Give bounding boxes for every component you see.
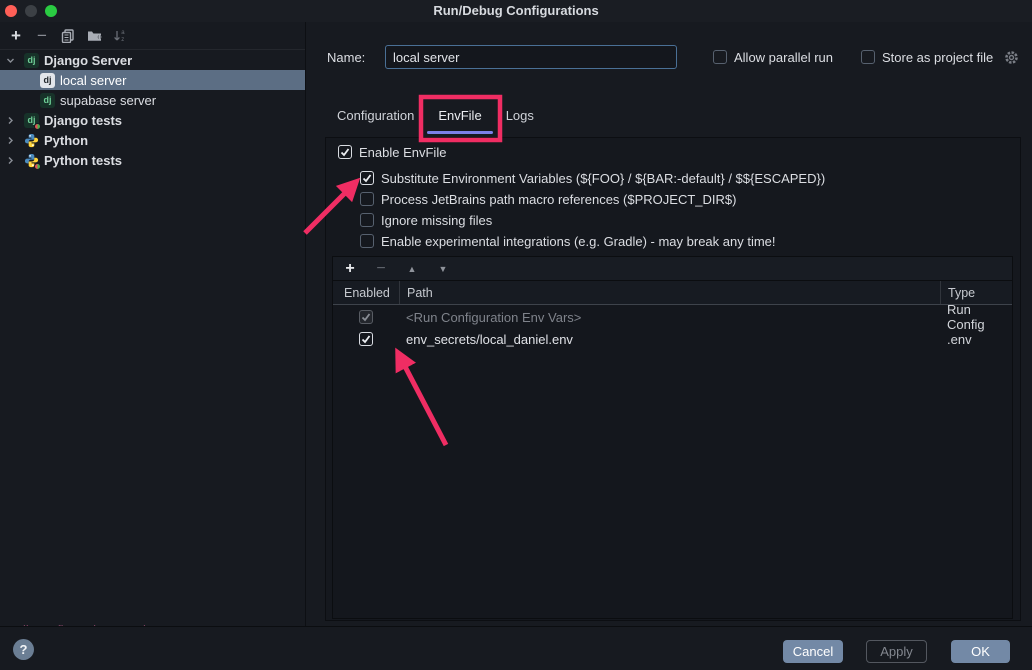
- process-path-macro-option[interactable]: Process JetBrains path macro references …: [360, 189, 736, 209]
- django-icon: dj: [40, 73, 55, 88]
- sort-configurations-icon[interactable]: a z: [112, 28, 128, 44]
- tree-item-django-tests[interactable]: dj Django tests: [0, 110, 305, 130]
- column-header-type[interactable]: Type: [940, 281, 1012, 304]
- enable-envfile-checkbox[interactable]: [338, 145, 352, 159]
- tree-item-label: Python: [44, 133, 88, 148]
- help-button[interactable]: ?: [13, 639, 34, 660]
- move-down-icon[interactable]: ▼: [436, 264, 450, 274]
- table-row[interactable]: <Run Configuration Env Vars> Run Config: [333, 306, 1012, 328]
- cancel-button[interactable]: Cancel: [783, 640, 843, 663]
- configurations-tree: dj Django Server dj local server dj supa…: [0, 50, 305, 170]
- envfile-tab-panel: Enable EnvFile Substitute Environment Va…: [325, 137, 1021, 621]
- ignore-missing-files-checkbox[interactable]: [360, 213, 374, 227]
- python-tests-icon: [24, 153, 39, 168]
- allow-parallel-run-checkbox[interactable]: [713, 50, 727, 64]
- tree-item-label: local server: [60, 73, 126, 88]
- table-toolbar: + − ▲ ▼: [333, 257, 1012, 280]
- tree-item-label: Python tests: [44, 153, 122, 168]
- table-header: Enabled Path Type: [333, 280, 1012, 305]
- chevron-down-icon[interactable]: [6, 55, 16, 65]
- configurations-sidebar: + − a z dj: [0, 22, 306, 626]
- django-icon: dj: [24, 53, 39, 68]
- remove-configuration-icon[interactable]: −: [34, 28, 50, 44]
- env-files-table: + − ▲ ▼ Enabled Path Type <Run Configura…: [332, 256, 1013, 619]
- copy-configuration-icon[interactable]: [60, 28, 76, 44]
- enable-envfile-label: Enable EnvFile: [359, 145, 446, 160]
- tree-item-python[interactable]: Python: [0, 130, 305, 150]
- store-as-project-file-checkbox[interactable]: [861, 50, 875, 64]
- column-header-path[interactable]: Path: [399, 281, 940, 304]
- chevron-right-icon[interactable]: [6, 115, 16, 125]
- tree-item-python-tests[interactable]: Python tests: [0, 150, 305, 170]
- substitute-env-variables-option[interactable]: Substitute Environment Variables (${FOO}…: [360, 168, 825, 188]
- tree-item-label: supabase server: [60, 93, 156, 108]
- dialog-title: Run/Debug Configurations: [0, 3, 1032, 18]
- tree-item-supabase-server[interactable]: dj supabase server: [0, 90, 305, 110]
- row-enabled-checkbox: [359, 310, 373, 324]
- tab-configuration[interactable]: Configuration: [337, 103, 414, 135]
- add-configuration-icon[interactable]: +: [8, 28, 24, 44]
- tree-item-label: Django tests: [44, 113, 122, 128]
- experimental-integrations-checkbox[interactable]: [360, 234, 374, 248]
- svg-text:a: a: [121, 30, 125, 36]
- row-enabled-checkbox[interactable]: [359, 332, 373, 346]
- sidebar-toolbar: + − a z: [0, 22, 305, 50]
- new-folder-icon[interactable]: [86, 28, 102, 44]
- row-path: env_secrets/local_daniel.env: [399, 332, 940, 347]
- row-path: <Run Configuration Env Vars>: [399, 310, 940, 325]
- gear-icon[interactable]: [1004, 50, 1019, 65]
- move-up-icon[interactable]: ▲: [405, 264, 419, 274]
- python-icon: [24, 133, 39, 148]
- chevron-right-icon[interactable]: [6, 155, 16, 165]
- django-icon: dj: [40, 93, 55, 108]
- tree-item-local-server[interactable]: dj local server: [0, 70, 305, 90]
- experimental-integrations-label: Enable experimental integrations (e.g. G…: [381, 234, 776, 249]
- process-path-macro-checkbox[interactable]: [360, 192, 374, 206]
- name-label: Name:: [327, 50, 365, 65]
- process-path-macro-label: Process JetBrains path macro references …: [381, 192, 736, 207]
- substitute-env-variables-label: Substitute Environment Variables (${FOO}…: [381, 171, 825, 186]
- tab-logs[interactable]: Logs: [506, 103, 534, 135]
- svg-text:z: z: [121, 37, 124, 43]
- experimental-integrations-option[interactable]: Enable experimental integrations (e.g. G…: [360, 231, 776, 251]
- remove-env-file-icon[interactable]: −: [374, 260, 388, 278]
- table-row[interactable]: env_secrets/local_daniel.env .env: [333, 328, 1012, 350]
- dialog-footer: ? Cancel Apply OK: [0, 626, 1032, 670]
- add-env-file-icon[interactable]: +: [343, 260, 357, 278]
- ignore-missing-files-label: Ignore missing files: [381, 213, 492, 228]
- allow-parallel-run-label: Allow parallel run: [734, 50, 833, 65]
- apply-button[interactable]: Apply: [866, 640, 927, 663]
- substitute-env-variables-checkbox[interactable]: [360, 171, 374, 185]
- django-tests-icon: dj: [24, 113, 39, 128]
- tree-item-django-server[interactable]: dj Django Server: [0, 50, 305, 70]
- row-type: .env: [940, 332, 1012, 347]
- store-as-project-file-label: Store as project file: [882, 50, 993, 65]
- allow-parallel-run-option[interactable]: Allow parallel run: [713, 47, 833, 67]
- titlebar: Run/Debug Configurations: [0, 0, 1032, 22]
- tree-item-label: Django Server: [44, 53, 132, 68]
- ok-button[interactable]: OK: [951, 640, 1010, 663]
- name-input[interactable]: [385, 45, 677, 69]
- ignore-missing-files-option[interactable]: Ignore missing files: [360, 210, 492, 230]
- run-debug-configurations-dialog: Run/Debug Configurations + − a z: [0, 0, 1032, 670]
- selected-tab-underline: [427, 131, 493, 134]
- store-as-project-file-option[interactable]: Store as project file: [861, 47, 1019, 67]
- column-header-enabled[interactable]: Enabled: [333, 286, 399, 300]
- enable-envfile-option[interactable]: Enable EnvFile: [338, 142, 446, 162]
- chevron-right-icon[interactable]: [6, 135, 16, 145]
